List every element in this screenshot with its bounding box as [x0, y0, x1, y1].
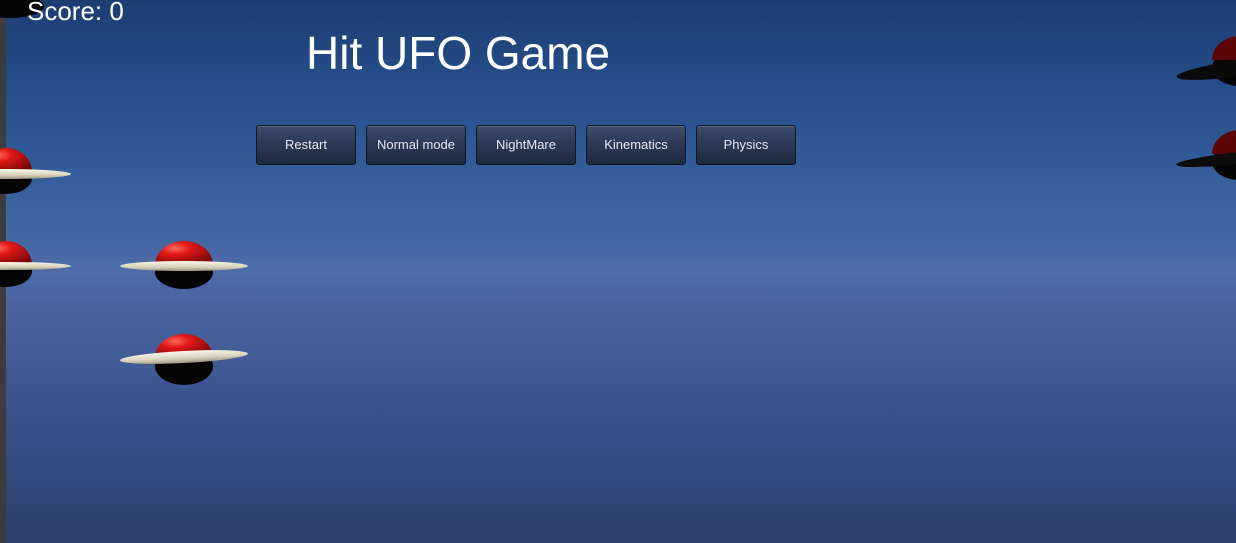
- ufo-target[interactable]: [0, 233, 71, 293]
- ufo-target[interactable]: [119, 234, 249, 294]
- score-label: Score: 0: [27, 0, 124, 26]
- ufo-target[interactable]: [1175, 34, 1236, 94]
- ufo-target[interactable]: [1175, 126, 1236, 186]
- game-title: Hit UFO Game: [306, 27, 611, 79]
- restart-button[interactable]: Restart: [256, 125, 356, 165]
- ufo-target[interactable]: [0, 140, 71, 200]
- physics-button[interactable]: Physics: [696, 125, 796, 165]
- kinematics-button[interactable]: Kinematics: [586, 125, 686, 165]
- nightmare-button[interactable]: NightMare: [476, 125, 576, 165]
- game-viewport[interactable]: Score: 0 Hit UFO Game Restart Normal mod…: [0, 0, 1236, 543]
- normal-mode-button[interactable]: Normal mode: [366, 125, 466, 165]
- ufo-target[interactable]: [119, 328, 249, 388]
